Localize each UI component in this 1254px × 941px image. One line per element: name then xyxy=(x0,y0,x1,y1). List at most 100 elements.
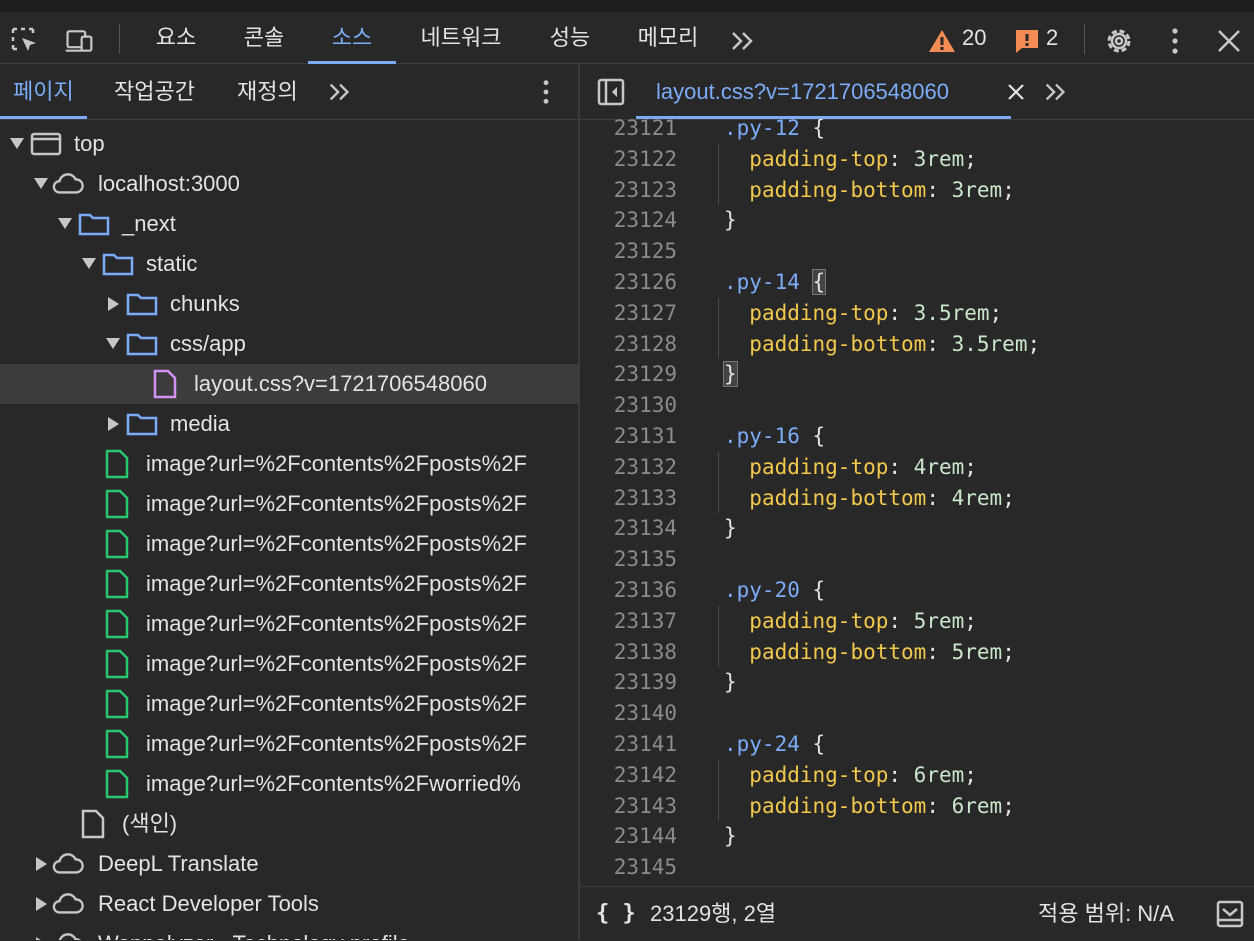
tree-item-css-app[interactable]: css/app xyxy=(0,324,578,364)
line-number[interactable]: 23140 xyxy=(580,698,677,729)
tree-item-chunks[interactable]: chunks xyxy=(0,284,578,324)
code-line[interactable]: 23142 padding-top: 6rem; xyxy=(580,760,1254,791)
line-number[interactable]: 23122 xyxy=(580,144,677,175)
tab-page[interactable]: 페이지 xyxy=(0,64,87,119)
close-tab-icon[interactable] xyxy=(1006,82,1026,102)
code-line[interactable]: 23128 padding-bottom: 3.5rem; xyxy=(580,329,1254,360)
line-number[interactable]: 23137 xyxy=(580,606,677,637)
tree-item-image[interactable]: image?url=%2Fcontents%2Fposts%2F xyxy=(0,644,578,684)
code-line[interactable]: 23126 .py-14 { xyxy=(580,267,1254,298)
line-number[interactable]: 23124 xyxy=(580,205,677,236)
code-line[interactable]: 23124} xyxy=(580,205,1254,236)
tree-item-media[interactable]: media xyxy=(0,404,578,444)
settings-gear-icon[interactable] xyxy=(1104,26,1134,56)
code-line[interactable]: 23129} xyxy=(580,359,1254,390)
tree-item-index[interactable]: (색인) xyxy=(0,804,578,844)
tree-item-image[interactable]: image?url=%2Fcontents%2Fposts%2F xyxy=(0,684,578,724)
more-options-icon[interactable] xyxy=(532,78,560,106)
drawer-toggle-icon[interactable] xyxy=(1216,900,1244,928)
code-line[interactable]: 23140 xyxy=(580,698,1254,729)
tree-item-image[interactable]: image?url=%2Fcontents%2Fposts%2F xyxy=(0,724,578,764)
tab-console[interactable]: 콘솔 xyxy=(226,12,302,64)
device-toolbar-icon[interactable] xyxy=(64,26,94,56)
code-line[interactable]: 23132 padding-top: 4rem; xyxy=(580,452,1254,483)
line-number[interactable]: 23123 xyxy=(580,175,677,206)
collapse-arrow-icon[interactable] xyxy=(36,857,47,871)
line-number[interactable]: 23143 xyxy=(580,791,677,822)
code-line[interactable]: 23134} xyxy=(580,513,1254,544)
tab-network[interactable]: 네트워크 xyxy=(404,12,518,64)
collapse-arrow-icon[interactable] xyxy=(36,897,47,911)
code-line[interactable]: 23139} xyxy=(580,667,1254,698)
line-number[interactable]: 23136 xyxy=(580,575,677,606)
collapse-arrow-icon[interactable] xyxy=(108,297,119,311)
issue-count[interactable]: 2 xyxy=(1046,12,1058,64)
more-options-icon[interactable] xyxy=(1160,26,1190,56)
code-line[interactable]: 23144} xyxy=(580,821,1254,852)
code-line[interactable]: 23130 xyxy=(580,390,1254,421)
more-tabs-icon[interactable] xyxy=(1042,78,1070,106)
code-line[interactable]: 23136 .py-20 { xyxy=(580,575,1254,606)
line-number[interactable]: 23142 xyxy=(580,760,677,791)
tree-item-static[interactable]: static xyxy=(0,244,578,284)
tree-item-image[interactable]: image?url=%2Fcontents%2Fposts%2F xyxy=(0,604,578,644)
tree-item-wappalyzer[interactable]: Wappalyzer - Technology profile xyxy=(0,924,578,940)
tab-overrides[interactable]: 재정의 xyxy=(237,64,298,119)
pretty-print-button[interactable]: { } xyxy=(596,887,636,941)
code-line[interactable]: 23121 .py-12 { xyxy=(580,119,1254,144)
expand-arrow-icon[interactable] xyxy=(82,258,96,269)
line-number[interactable]: 23121 xyxy=(580,119,677,144)
expand-arrow-icon[interactable] xyxy=(106,338,120,349)
collapse-arrow-icon[interactable] xyxy=(108,417,119,431)
line-number[interactable]: 23127 xyxy=(580,298,677,329)
tree-item-image[interactable]: image?url=%2Fcontents%2Fposts%2F xyxy=(0,484,578,524)
code-line[interactable]: 23145 xyxy=(580,852,1254,883)
expand-arrow-icon[interactable] xyxy=(10,138,24,149)
line-number[interactable]: 23135 xyxy=(580,544,677,575)
code-line[interactable]: 23138 padding-bottom: 5rem; xyxy=(580,637,1254,668)
tree-item-image[interactable]: image?url=%2Fcontents%2Fposts%2F xyxy=(0,524,578,564)
line-number[interactable]: 23131 xyxy=(580,421,677,452)
line-number[interactable]: 23128 xyxy=(580,329,677,360)
code-line[interactable]: 23123 padding-bottom: 3rem; xyxy=(580,175,1254,206)
code-line[interactable]: 23133 padding-bottom: 4rem; xyxy=(580,483,1254,514)
inspect-element-icon[interactable] xyxy=(10,26,40,56)
line-number[interactable]: 23129 xyxy=(580,359,677,390)
code-line[interactable]: 23141 .py-24 { xyxy=(580,729,1254,760)
code-line[interactable]: 23122 padding-top: 3rem; xyxy=(580,144,1254,175)
code-line[interactable]: 23125 xyxy=(580,236,1254,267)
more-tabs-icon[interactable] xyxy=(326,78,354,106)
tree-item-image[interactable]: image?url=%2Fcontents%2Fposts%2F xyxy=(0,564,578,604)
expand-arrow-icon[interactable] xyxy=(34,178,48,189)
line-number[interactable]: 23132 xyxy=(580,452,677,483)
tree-item-next[interactable]: _next xyxy=(0,204,578,244)
tree-item-layout-css[interactable]: layout.css?v=1721706548060 xyxy=(0,364,578,404)
editor-file-tab[interactable]: layout.css?v=1721706548060 xyxy=(636,64,1012,119)
line-number[interactable]: 23134 xyxy=(580,513,677,544)
tab-workspace[interactable]: 작업공간 xyxy=(114,64,195,119)
tab-elements[interactable]: 요소 xyxy=(138,12,214,64)
tree-item-image[interactable]: image?url=%2Fcontents%2Fworried% xyxy=(0,764,578,804)
expand-arrow-icon[interactable] xyxy=(58,218,72,229)
more-tabs-icon[interactable] xyxy=(728,26,758,56)
line-number[interactable]: 23141 xyxy=(580,729,677,760)
tab-sources[interactable]: 소스 xyxy=(308,12,396,64)
tab-memory[interactable]: 메모리 xyxy=(622,12,714,64)
toggle-navigator-icon[interactable] xyxy=(596,77,626,107)
code-editor[interactable]: 23121 .py-12 {23122 padding-top: 3rem; 231… xyxy=(580,119,1254,887)
line-number[interactable]: 23144 xyxy=(580,821,677,852)
tree-item-localhost[interactable]: localhost:3000 xyxy=(0,164,578,204)
close-icon[interactable] xyxy=(1214,26,1244,56)
code-line[interactable]: 23135 xyxy=(580,544,1254,575)
warning-icon[interactable] xyxy=(928,28,956,54)
code-line[interactable]: 23127 padding-top: 3.5rem; xyxy=(580,298,1254,329)
code-line[interactable]: 23137 padding-top: 5rem; xyxy=(580,606,1254,637)
line-number[interactable]: 23125 xyxy=(580,236,677,267)
tree-item-react-devtools[interactable]: React Developer Tools xyxy=(0,884,578,924)
tree-item-image[interactable]: image?url=%2Fcontents%2Fposts%2F xyxy=(0,444,578,484)
tree-item-deepl[interactable]: DeepL Translate xyxy=(0,844,578,884)
line-number[interactable]: 23130 xyxy=(580,390,677,421)
line-number[interactable]: 23138 xyxy=(580,637,677,668)
line-number[interactable]: 23145 xyxy=(580,852,677,883)
tree-item-top[interactable]: top xyxy=(0,124,578,164)
